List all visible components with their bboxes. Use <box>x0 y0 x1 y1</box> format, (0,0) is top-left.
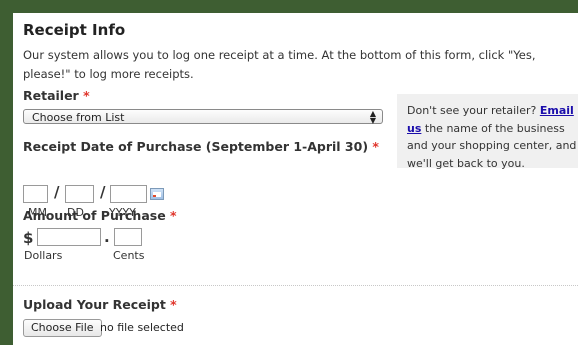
currency-symbol: $ <box>23 229 34 247</box>
date-label-text: Receipt Date of Purchase (September 1-Ap… <box>23 139 369 154</box>
dollars-input[interactable] <box>37 228 101 246</box>
retailer-selected-value: Choose from List <box>32 111 125 124</box>
retailer-select[interactable]: Choose from List ▲ ▼ <box>23 109 383 125</box>
required-mark: * <box>170 208 177 223</box>
help-text-after: the name of the business and your shoppi… <box>407 121 577 170</box>
section-divider <box>13 285 578 286</box>
cents-sublabel: Cents <box>113 249 145 262</box>
day-input[interactable] <box>65 185 94 203</box>
dollars-sublabel: Dollars <box>24 249 63 262</box>
required-mark: * <box>372 139 379 154</box>
select-arrows-icon: ▲ ▼ <box>369 109 376 125</box>
amount-label-text: Amount of Purchase <box>23 208 166 223</box>
form-intro: Our system allows you to log one receipt… <box>23 48 536 81</box>
retailer-help-box: Don't see your retailer? Email us the na… <box>397 94 578 170</box>
help-text-before: Don't see your retailer? <box>407 104 537 117</box>
year-input[interactable] <box>110 185 147 203</box>
date-separator: / <box>54 183 60 201</box>
upload-label: Upload Your Receipt * <box>23 297 177 312</box>
date-label: Receipt Date of Purchase (September 1-Ap… <box>23 139 379 154</box>
choose-file-button[interactable]: Choose File <box>23 319 102 337</box>
retailer-label-text: Retailer <box>23 88 79 103</box>
date-separator: / <box>100 183 106 201</box>
retailer-label: Retailer * <box>23 88 90 103</box>
cents-input[interactable] <box>114 228 142 246</box>
decimal-point: . <box>104 228 110 246</box>
file-status-text: no file selected <box>100 321 184 334</box>
receipt-form-panel: Receipt Info Our system allows you to lo… <box>13 13 578 345</box>
amount-label: Amount of Purchase * <box>23 208 177 223</box>
month-input[interactable] <box>23 185 48 203</box>
upload-label-text: Upload Your Receipt <box>23 297 166 312</box>
form-title: Receipt Info <box>23 21 126 39</box>
required-mark: * <box>83 88 90 103</box>
calendar-icon[interactable] <box>150 188 164 200</box>
required-mark: * <box>170 297 177 312</box>
